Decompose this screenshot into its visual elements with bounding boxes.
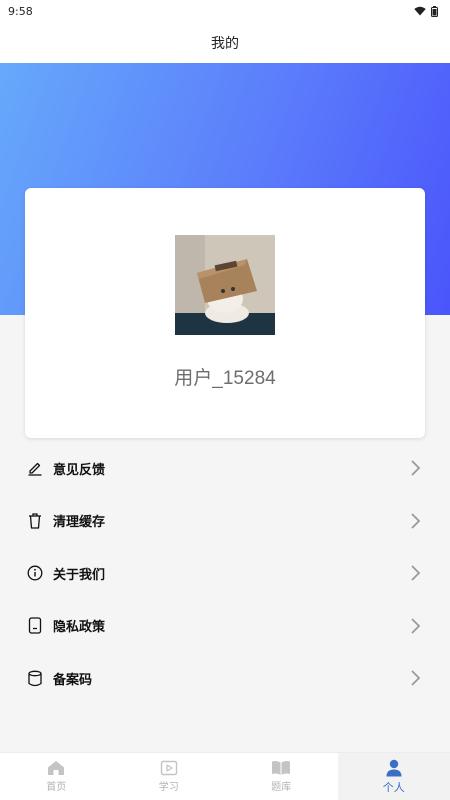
chevron-right-icon bbox=[411, 565, 421, 581]
home-icon bbox=[48, 761, 65, 775]
chevron-right-icon bbox=[411, 670, 421, 686]
menu-item-about-us[interactable]: 关于我们 bbox=[0, 547, 450, 600]
menu-item-record-code[interactable]: 备案码 bbox=[0, 652, 450, 705]
chevron-right-icon bbox=[411, 513, 421, 529]
tab-home[interactable]: 首页 bbox=[0, 753, 113, 800]
info-icon bbox=[26, 564, 44, 582]
menu-item-label: 备案码 bbox=[53, 672, 93, 688]
status-bar: 9:58 bbox=[0, 0, 450, 22]
person-icon bbox=[386, 759, 402, 776]
menu-item-feedback[interactable]: 意见反馈 bbox=[0, 442, 450, 495]
database-icon bbox=[26, 669, 44, 687]
settings-menu: 意见反馈 清理缓存 关于我们 隐私政策 备案码 bbox=[0, 442, 450, 705]
menu-item-label: 意见反馈 bbox=[53, 462, 106, 478]
app-bar: 我的 bbox=[0, 22, 450, 63]
wifi-icon bbox=[414, 6, 426, 16]
book-icon bbox=[272, 761, 291, 775]
status-icons bbox=[414, 5, 438, 17]
trash-icon bbox=[26, 512, 44, 530]
status-time: 9:58 bbox=[8, 4, 33, 18]
profile-card: 用户_15284 bbox=[25, 188, 425, 438]
menu-item-label: 隐私政策 bbox=[53, 620, 106, 636]
tab-label: 题库 bbox=[271, 782, 292, 793]
tab-label: 个人 bbox=[382, 780, 405, 794]
menu-item-clear-cache[interactable]: 清理缓存 bbox=[0, 495, 450, 548]
tab-study[interactable]: 学习 bbox=[113, 753, 226, 800]
chevron-right-icon bbox=[411, 618, 421, 634]
tab-label: 首页 bbox=[46, 782, 67, 793]
menu-item-label: 关于我们 bbox=[53, 567, 106, 583]
chevron-right-icon bbox=[411, 460, 421, 476]
tab-question-bank[interactable]: 题库 bbox=[225, 753, 338, 800]
pencil-icon bbox=[26, 459, 44, 477]
menu-item-privacy-policy[interactable]: 隐私政策 bbox=[0, 600, 450, 653]
page-title: 我的 bbox=[211, 35, 239, 52]
menu-item-label: 清理缓存 bbox=[53, 515, 106, 531]
video-icon bbox=[160, 760, 177, 776]
tab-profile[interactable]: 个人 bbox=[337, 753, 450, 800]
document-icon bbox=[26, 617, 44, 635]
bottom-tab-bar: 首页 学习 题库 个人 bbox=[0, 752, 450, 800]
avatar[interactable] bbox=[175, 235, 275, 335]
battery-icon bbox=[431, 5, 438, 17]
username: 用户_15284 bbox=[174, 368, 276, 389]
tab-label: 学习 bbox=[158, 782, 179, 793]
